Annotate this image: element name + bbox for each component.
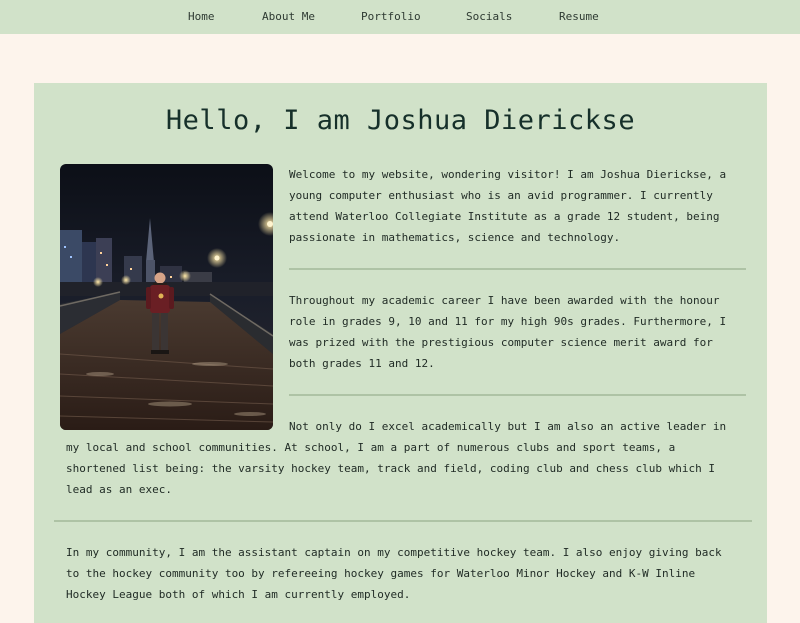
- page-title: Hello, I am Joshua Dierickse: [165, 105, 636, 136]
- nav-link-socials[interactable]: Socials: [466, 0, 512, 34]
- nav-link-home[interactable]: Home: [188, 0, 215, 34]
- section-divider: [54, 520, 752, 522]
- nav-link-about-me[interactable]: About Me: [262, 0, 315, 34]
- nav-link-resume[interactable]: Resume: [559, 0, 599, 34]
- section-divider: [289, 268, 746, 270]
- section-divider: [289, 394, 746, 396]
- about-content: Welcome to my website, wondering visitor…: [54, 164, 752, 605]
- nav-link-portfolio[interactable]: Portfolio: [361, 0, 421, 34]
- profile-photo: [60, 164, 273, 430]
- about-card: Hello, I am Joshua Dierickse Welcome to …: [34, 83, 767, 623]
- top-navbar: Home About Me Portfolio Socials Resume: [0, 0, 800, 34]
- community-paragraph: In my community, I am the assistant capt…: [66, 546, 722, 601]
